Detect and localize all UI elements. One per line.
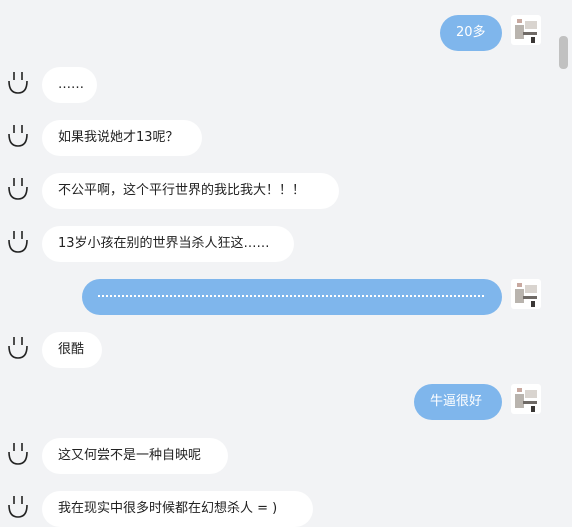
message-row: 13岁小孩在别的世界当杀人狂这…… [0, 224, 555, 264]
scrollbar-thumb[interactable] [559, 36, 568, 69]
message-row: 牛逼很好 [0, 382, 555, 422]
message-bubble[interactable]: 20多 [440, 15, 502, 51]
smiley-avatar-icon[interactable] [6, 440, 30, 468]
message-bubble[interactable]: 如果我说她才13呢？ [42, 120, 202, 156]
message-bubble[interactable]: …… [42, 67, 97, 103]
user-avatar[interactable] [511, 384, 541, 414]
message-bubble-dotted[interactable] [82, 279, 502, 315]
dotted-line [98, 294, 484, 297]
user-avatar[interactable] [511, 15, 541, 45]
message-row [0, 277, 555, 317]
message-row: 20多 [0, 13, 555, 53]
smiley-avatar-icon[interactable] [6, 228, 30, 256]
message-bubble[interactable]: 13岁小孩在别的世界当杀人狂这…… [42, 226, 294, 262]
message-bubble[interactable]: 很酷 [42, 332, 102, 368]
message-bubble[interactable]: 我在现实中很多时候都在幻想杀人 = ) [42, 491, 313, 527]
message-row: …… [0, 65, 555, 105]
smiley-avatar-icon[interactable] [6, 493, 30, 521]
message-bubble[interactable]: 不公平啊，这个平行世界的我比我大！！！ [42, 173, 339, 209]
smiley-avatar-icon[interactable] [6, 69, 30, 97]
message-row: 不公平啊，这个平行世界的我比我大！！！ [0, 171, 555, 211]
message-row: 这又何尝不是一种自映呢 [0, 436, 555, 476]
smiley-avatar-icon[interactable] [6, 334, 30, 362]
message-row: 如果我说她才13呢？ [0, 118, 555, 158]
smiley-avatar-icon[interactable] [6, 122, 30, 150]
chat-area[interactable]: 20多 …… 如果我说她才13呢？ 不公平啊，这个平行世界的我比我大！！！ 13… [0, 0, 555, 527]
message-row: 我在现实中很多时候都在幻想杀人 = ) [0, 489, 555, 527]
smiley-avatar-icon[interactable] [6, 175, 30, 203]
message-bubble[interactable]: 牛逼很好 [414, 384, 502, 420]
user-avatar[interactable] [511, 279, 541, 309]
vertical-scrollbar[interactable] [555, 0, 572, 527]
message-bubble[interactable]: 这又何尝不是一种自映呢 [42, 438, 228, 474]
message-row: 很酷 [0, 330, 555, 370]
